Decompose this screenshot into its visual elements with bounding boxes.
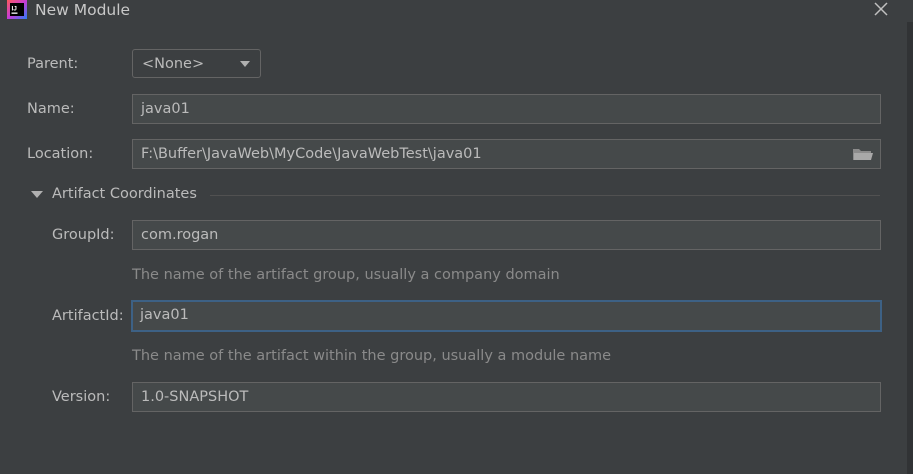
location-label: Location:: [27, 146, 94, 162]
group-id-label: GroupId:: [52, 227, 115, 243]
artifact-id-label: ArtifactId:: [52, 308, 124, 324]
section-divider: [210, 195, 880, 196]
artifact-id-field[interactable]: java01: [131, 300, 882, 332]
group-id-field[interactable]: com.rogan: [132, 220, 881, 250]
window-title: New Module: [35, 1, 131, 19]
collapse-toggle-icon[interactable]: [31, 191, 43, 198]
version-label: Version:: [52, 389, 111, 405]
svg-text:IJ: IJ: [12, 6, 18, 13]
close-icon[interactable]: [872, 0, 890, 18]
name-label: Name:: [27, 101, 75, 117]
version-field[interactable]: 1.0-SNAPSHOT: [132, 382, 881, 412]
folder-icon[interactable]: [851, 145, 875, 163]
parent-select[interactable]: <None>: [132, 49, 261, 78]
parent-select-value: <None>: [142, 56, 205, 72]
location-field[interactable]: F:\Buffer\JavaWeb\MyCode\JavaWebTest\jav…: [132, 139, 881, 169]
chevron-down-icon: [240, 61, 250, 67]
title-bar: IJ New Module: [0, 0, 913, 22]
window-edge: [907, 22, 913, 474]
artifact-coordinates-header[interactable]: Artifact Coordinates: [52, 184, 197, 204]
group-id-hint: The name of the artifact group, usually …: [132, 267, 560, 283]
new-module-dialog: IJ New Module Parent: <None> Name: java0…: [0, 0, 913, 474]
artifact-id-hint: The name of the artifact within the grou…: [132, 348, 612, 364]
intellij-idea-icon: IJ: [7, 0, 27, 19]
name-field[interactable]: java01: [132, 94, 881, 124]
parent-label: Parent:: [27, 56, 79, 72]
